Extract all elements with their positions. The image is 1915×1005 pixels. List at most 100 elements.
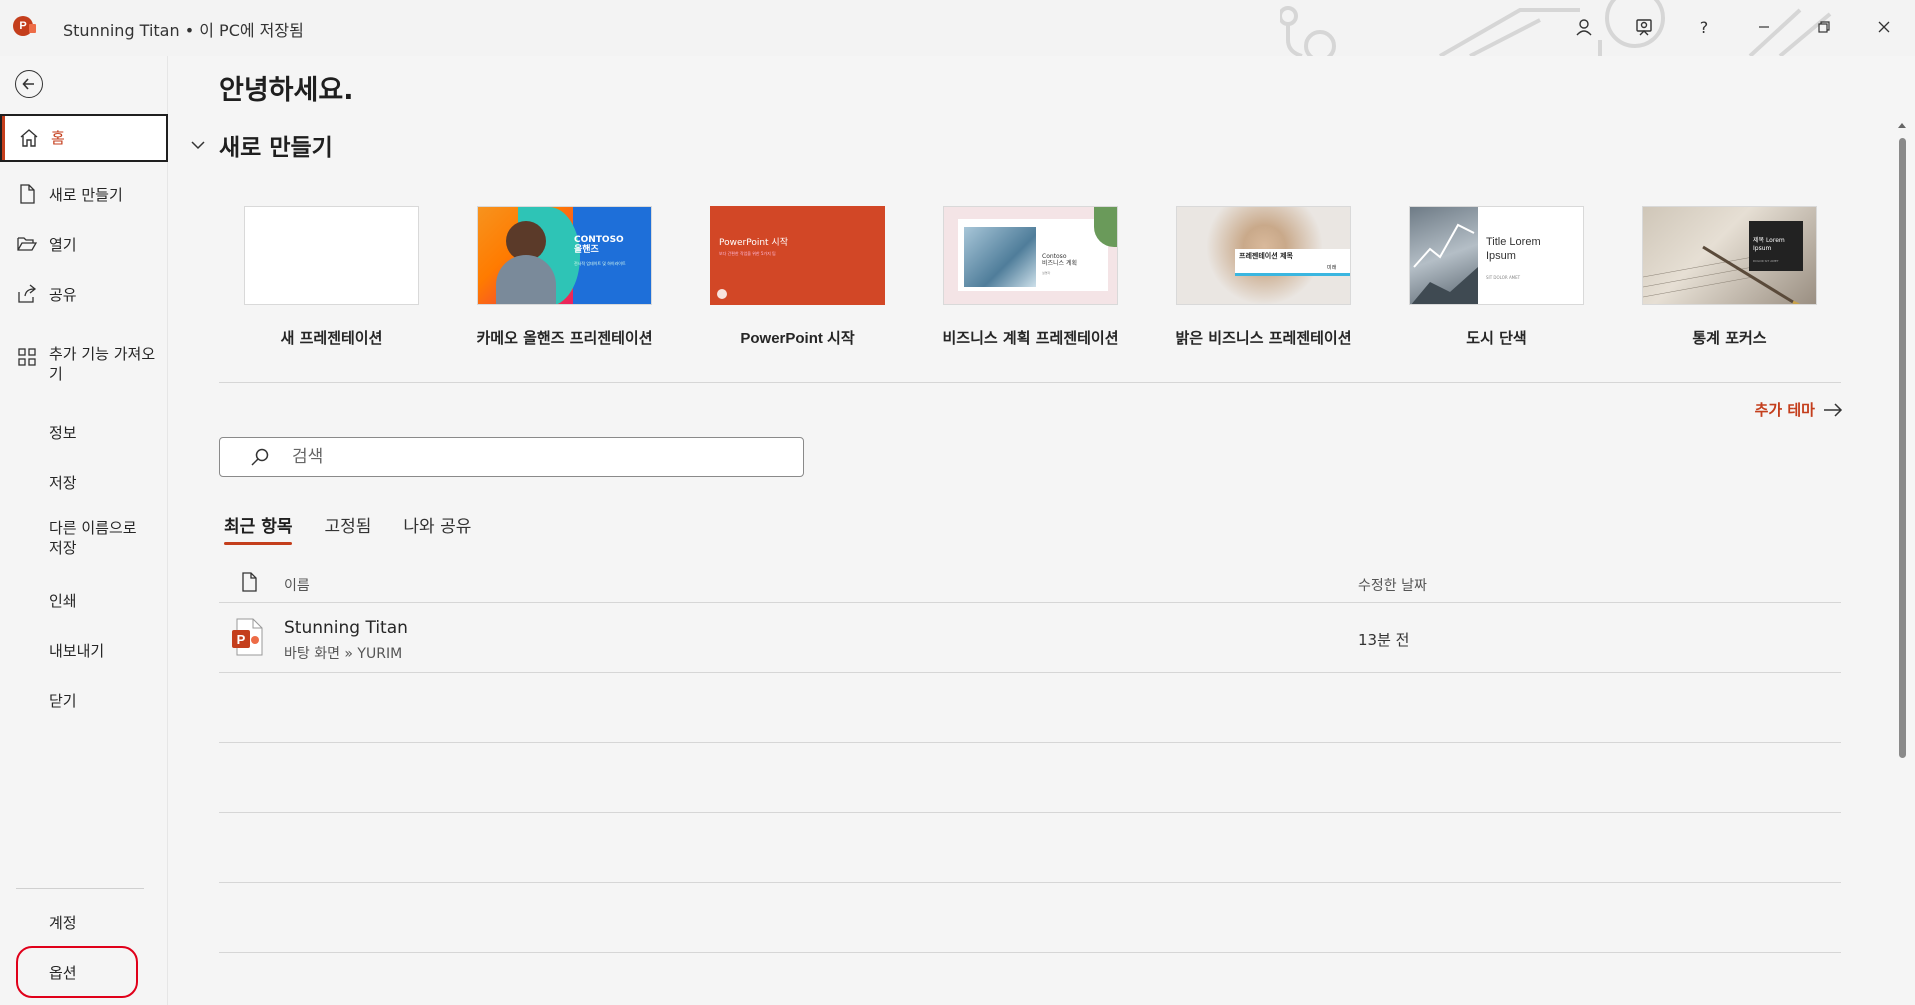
home-icon bbox=[18, 127, 40, 149]
coauthor-icon[interactable] bbox=[1624, 10, 1664, 44]
table-row[interactable]: P Stunning Titan 바탕 화면 » YURIM 13분 전 bbox=[219, 603, 1841, 673]
template-name: 새 프레젠테이션 bbox=[280, 329, 383, 347]
arrow-left-icon bbox=[22, 78, 34, 90]
tab-pinned[interactable]: 고정됨 bbox=[324, 512, 371, 543]
sidebar-item-close[interactable]: 닫기 bbox=[0, 686, 168, 718]
share-icon bbox=[16, 283, 38, 305]
folder-open-icon bbox=[16, 233, 38, 255]
template-thumb-subtitle: 보다 간편한 작업을 위한 5가지 팁 bbox=[719, 251, 776, 256]
empty-row bbox=[219, 673, 1841, 743]
template-thumb-title: PowerPoint 시작 bbox=[719, 238, 788, 248]
addins-grid-icon bbox=[16, 346, 38, 368]
more-themes-link[interactable]: 추가 테마 bbox=[1755, 399, 1843, 420]
template-city-monochrome[interactable]: Title Lorem Ipsum SIT DOLOR AMET 도시 단색 bbox=[1409, 206, 1584, 347]
sidebar-item-label: 추가 기능 가져오기 bbox=[49, 345, 156, 383]
document-title: Stunning Titan • 이 PC에 저장됨 bbox=[63, 21, 304, 40]
empty-row bbox=[219, 743, 1841, 813]
help-icon[interactable]: ? bbox=[1684, 10, 1724, 44]
sidebar-separator bbox=[16, 888, 144, 889]
file-type-icon bbox=[242, 572, 257, 592]
file-tabs: 최근 항목 고정됨 나와 공유 bbox=[224, 512, 471, 545]
template-business-plan[interactable]: Contoso 비즈니스 계획 설명자 비즈니스 계획 프레젠테이션 bbox=[942, 206, 1119, 347]
template-name: 밝은 비즈니스 프레젠테이션 bbox=[1175, 329, 1352, 347]
template-cameo-all-hands[interactable]: CONTOSO 올핸즈 전사적 업데이트 및 하이라이트 카메오 올핸즈 프리젠… bbox=[476, 206, 653, 347]
sidebar-item-label: 인쇄 bbox=[49, 592, 77, 610]
template-thumbnail: Title Lorem Ipsum SIT DOLOR AMET bbox=[1409, 206, 1584, 305]
sidebar-item-label: 공유 bbox=[49, 286, 77, 304]
sidebar-item-label: 열기 bbox=[49, 236, 77, 254]
sidebar-item-share[interactable]: 공유 bbox=[0, 276, 168, 312]
sidebar-item-print[interactable]: 인쇄 bbox=[0, 586, 168, 618]
home-pane: 안녕하세요. 새로 만들기 새 프레젠테이션 CONTOSO 올핸즈 전사적 업… bbox=[169, 56, 1915, 1005]
back-button[interactable] bbox=[15, 70, 43, 98]
template-thumb-subtitle: 미래 bbox=[1327, 265, 1337, 271]
empty-row bbox=[219, 883, 1841, 953]
template-thumb-subtitle: 전사적 업데이트 및 하이라이트 bbox=[574, 261, 626, 266]
template-name: 도시 단색 bbox=[1466, 329, 1527, 347]
title-bar: P Stunning Titan • 이 PC에 저장됨 ? bbox=[0, 0, 1915, 56]
sidebar-item-account[interactable]: 계정 bbox=[0, 908, 168, 940]
new-section-title: 새로 만들기 bbox=[219, 135, 333, 161]
template-powerpoint-tour[interactable]: PowerPoint 시작 보다 간편한 작업을 위한 5가지 팁 PowerP… bbox=[710, 206, 885, 347]
template-thumbnail: 제목 Lorem Ipsum DOLOR SIT AMET bbox=[1642, 206, 1817, 305]
file-path: 바탕 화면 » YURIM bbox=[284, 646, 403, 662]
list-header: 이름 수정한 날짜 bbox=[219, 563, 1841, 603]
template-thumbnail: PowerPoint 시작 보다 간편한 작업을 위한 5가지 팁 bbox=[710, 206, 885, 305]
vertical-scrollbar[interactable] bbox=[1897, 120, 1907, 820]
chevron-down-icon bbox=[191, 138, 205, 152]
template-thumbnail: Contoso 비즈니스 계획 설명자 bbox=[943, 206, 1118, 305]
template-thumb-subtitle: SIT DOLOR AMET bbox=[1486, 275, 1521, 280]
close-button[interactable] bbox=[1864, 10, 1904, 44]
more-themes-label: 추가 테마 bbox=[1754, 401, 1815, 419]
template-name: PowerPoint 시작 bbox=[740, 330, 855, 347]
search-input[interactable] bbox=[292, 446, 782, 468]
template-thumbnail bbox=[244, 206, 419, 305]
empty-row bbox=[219, 813, 1841, 883]
column-header-name[interactable]: 이름 bbox=[284, 575, 310, 595]
file-name: Stunning Titan bbox=[284, 618, 408, 638]
sidebar-item-home[interactable]: 홈 bbox=[0, 114, 168, 162]
sidebar-item-new[interactable]: 새로 만들기 bbox=[0, 176, 168, 212]
template-thumb-subtitle: DOLOR SIT AMET bbox=[1753, 259, 1779, 263]
sidebar-item-open[interactable]: 열기 bbox=[0, 226, 168, 262]
arrow-right-icon bbox=[1824, 402, 1843, 417]
restore-button[interactable] bbox=[1804, 10, 1844, 44]
new-section-toggle[interactable]: 새로 만들기 bbox=[191, 128, 333, 162]
template-thumb-title: CONTOSO 올핸즈 bbox=[574, 235, 624, 255]
account-icon[interactable] bbox=[1564, 10, 1604, 44]
svg-text:P: P bbox=[237, 632, 246, 647]
scroll-up-arrow-icon[interactable] bbox=[1897, 120, 1907, 130]
powerpoint-logo-icon: P bbox=[13, 16, 36, 36]
sidebar-item-label: 정보 bbox=[49, 424, 77, 442]
column-header-date[interactable]: 수정한 날짜 bbox=[1358, 575, 1427, 595]
template-thumbnail: 프레젠테이션 제목 미래 bbox=[1176, 206, 1351, 305]
search-icon bbox=[251, 448, 269, 466]
template-thumb-title: Contoso 비즈니스 계획 bbox=[1042, 253, 1078, 267]
recent-files-list: 이름 수정한 날짜 P Stunning Titan 바탕 화면 » YURIM… bbox=[219, 563, 1841, 953]
tab-shared-with-me[interactable]: 나와 공유 bbox=[403, 512, 471, 543]
template-blank[interactable]: 새 프레젠테이션 bbox=[244, 206, 419, 347]
search-box[interactable] bbox=[219, 437, 804, 477]
pptx-file-icon: P bbox=[232, 618, 263, 656]
sidebar-item-label: 내보내기 bbox=[49, 642, 105, 660]
sidebar-item-save[interactable]: 저장 bbox=[0, 468, 168, 500]
section-divider bbox=[219, 382, 1841, 383]
template-bright-business[interactable]: 프레젠테이션 제목 미래 밝은 비즈니스 프레젠테이션 bbox=[1175, 206, 1352, 347]
sidebar-item-export[interactable]: 내보내기 bbox=[0, 636, 168, 668]
sidebar-item-info[interactable]: 정보 bbox=[0, 418, 168, 450]
file-modified-date: 13분 전 bbox=[1358, 631, 1410, 649]
template-name: 비즈니스 계획 프레젠테이션 bbox=[942, 329, 1119, 347]
minimize-button[interactable] bbox=[1744, 10, 1784, 44]
template-name: 통계 포커스 bbox=[1692, 329, 1767, 347]
template-thumb-title: 제목 Lorem Ipsum bbox=[1753, 237, 1785, 252]
sidebar-item-label: 다른 이름으로 저장 bbox=[49, 519, 137, 557]
sidebar-item-get-addins[interactable]: 추가 기능 가져오기 bbox=[0, 344, 168, 388]
greeting-heading: 안녕하세요. bbox=[219, 75, 354, 106]
sidebar-item-save-as[interactable]: 다른 이름으로 저장 bbox=[0, 518, 168, 562]
template-thumbnail: CONTOSO 올핸즈 전사적 업데이트 및 하이라이트 bbox=[477, 206, 652, 305]
tab-recent[interactable]: 최근 항목 bbox=[224, 512, 293, 545]
sidebar-item-label: 새로 만들기 bbox=[49, 186, 123, 204]
template-statistics-focus[interactable]: 제목 Lorem Ipsum DOLOR SIT AMET 통계 포커스 bbox=[1642, 206, 1817, 347]
sidebar-item-label: 홈 bbox=[51, 129, 65, 147]
scrollbar-thumb[interactable] bbox=[1899, 138, 1906, 758]
